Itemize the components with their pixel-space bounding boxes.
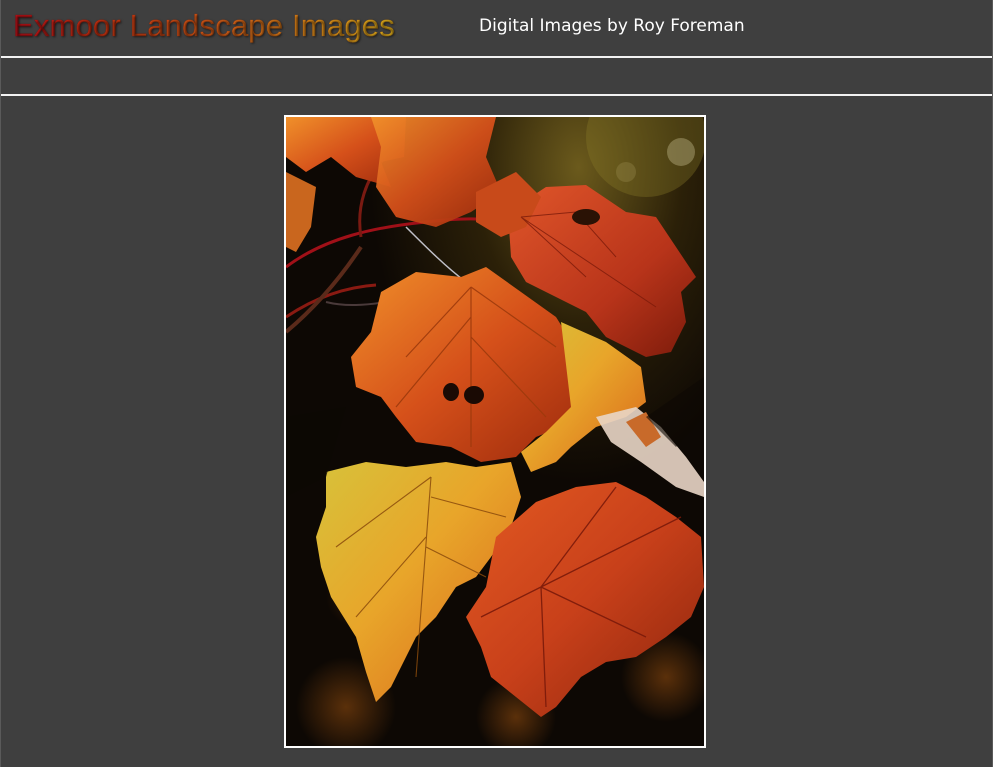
site-header: Exmoor Landscape Images Digital Images b… <box>1 0 992 58</box>
navigation-bar <box>1 58 992 96</box>
page: Exmoor Landscape Images Digital Images b… <box>0 0 993 767</box>
site-subtitle: Digital Images by Roy Foreman <box>479 16 745 36</box>
site-title-logo[interactable]: Exmoor Landscape Images <box>13 8 395 44</box>
main-photo[interactable] <box>284 115 706 748</box>
autumn-leaves-photo <box>286 117 704 746</box>
